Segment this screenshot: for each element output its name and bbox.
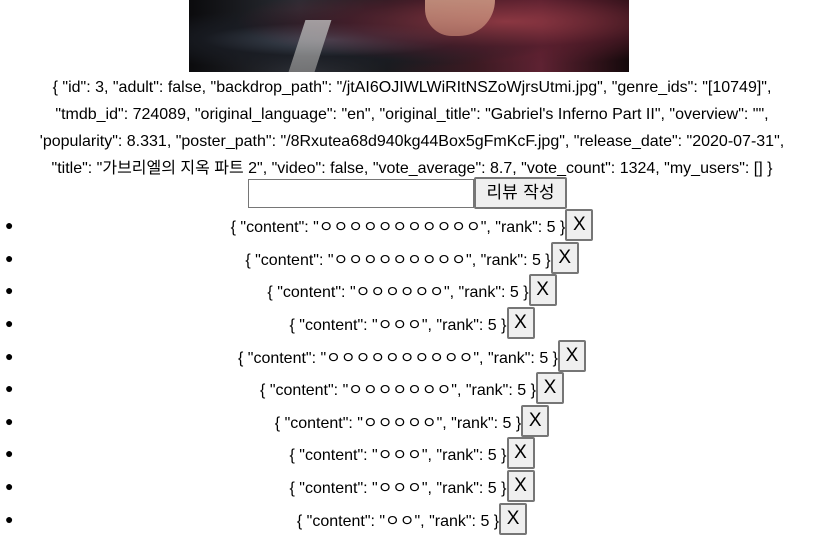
bullet-icon: ● [5,412,14,429]
delete-review-button[interactable]: X [535,372,564,405]
delete-review-button[interactable]: X [550,241,579,274]
review-form: 리뷰 작성 [248,177,567,209]
list-item: ● { "content": "ㅇㅇㅇ", "rank": 5 } X [0,307,824,340]
list-item: ● { "content": "ㅇㅇㅇ", "rank": 5 } X [0,437,824,470]
movie-poster-image [189,0,629,72]
review-text: { "content": "ㅇㅇㅇㅇㅇㅇㅇ", "rank": 5 } [260,382,536,400]
review-text: { "content": "ㅇㅇㅇㅇㅇㅇㅇㅇㅇ", "rank": 5 } [245,251,551,269]
review-text: { "content": "ㅇㅇㅇ", "rank": 5 } [289,480,507,498]
bullet-icon: ● [5,380,14,397]
list-item: ● { "content": "ㅇㅇㅇㅇㅇ", "rank": 5 } X [0,404,824,438]
delete-review-button[interactable]: X [521,404,550,437]
bullet-icon: ● [5,282,14,299]
delete-review-button[interactable]: X [565,209,594,242]
review-text: { "content": "ㅇㅇㅇ", "rank": 5 } [289,317,507,335]
delete-review-button[interactable]: X [506,307,535,340]
review-text: { "content": "ㅇㅇㅇㅇㅇㅇㅇㅇㅇㅇㅇ", "rank": 5 } [230,219,566,237]
review-list: ● { "content": "ㅇㅇㅇㅇㅇㅇㅇㅇㅇㅇㅇ", "rank": 5 … [0,209,824,535]
review-text: { "content": "ㅇㅇㅇㅇㅇㅇㅇㅇㅇㅇ", "rank": 5 } [237,349,559,367]
bullet-icon: ● [5,315,14,332]
list-item: ● { "content": "ㅇㅇㅇㅇㅇㅇㅇ", "rank": 5 } X [0,372,824,405]
list-item: ● { "content": "ㅇㅇ", "rank": 5 } X [0,502,824,535]
list-item: ● { "content": "ㅇㅇㅇㅇㅇㅇㅇㅇㅇㅇㅇ", "rank": 5 … [0,209,824,242]
bullet-icon: ● [5,249,14,266]
movie-detail-page: { "id": 3, "adult": false, "backdrop_pat… [0,0,824,541]
delete-review-button[interactable]: X [528,274,557,307]
bullet-icon: ● [5,478,14,495]
list-item: ● { "content": "ㅇㅇㅇ", "rank": 5 } X [0,470,824,503]
review-text: { "content": "ㅇㅇㅇㅇㅇㅇ", "rank": 5 } [267,284,529,302]
list-item: ● { "content": "ㅇㅇㅇㅇㅇㅇㅇㅇㅇㅇ", "rank": 5 }… [0,339,824,372]
poster-lapel-detail [288,20,332,72]
movie-info-json: { "id": 3, "adult": false, "backdrop_pat… [39,79,785,177]
review-text: { "content": "ㅇㅇ", "rank": 5 } [296,512,500,530]
review-input[interactable] [248,178,474,208]
bullet-icon: ● [5,445,14,462]
review-text: { "content": "ㅇㅇㅇ", "rank": 5 } [289,447,507,465]
delete-review-button[interactable]: X [506,437,535,470]
write-review-button[interactable]: 리뷰 작성 [474,177,567,209]
delete-review-button[interactable]: X [558,339,587,372]
list-item: ● { "content": "ㅇㅇㅇㅇㅇㅇㅇㅇㅇ", "rank": 5 } … [0,241,824,275]
bullet-icon: ● [5,347,14,364]
bullet-icon: ● [5,510,14,527]
list-item: ● { "content": "ㅇㅇㅇㅇㅇㅇ", "rank": 5 } X [0,274,824,307]
delete-review-button[interactable]: X [506,470,535,503]
delete-review-button[interactable]: X [499,502,528,535]
review-text: { "content": "ㅇㅇㅇㅇㅇ", "rank": 5 } [274,414,522,432]
bullet-icon: ● [5,217,14,234]
poster-face-detail [425,0,495,36]
